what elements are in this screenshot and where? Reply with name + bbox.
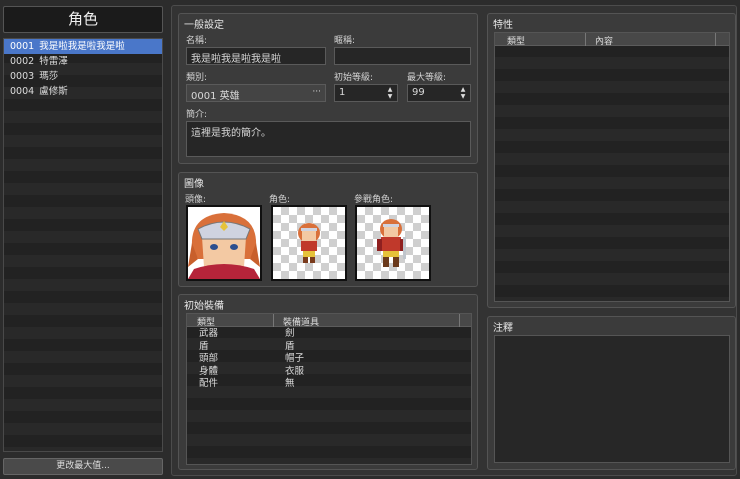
equipment-item: 劍: [285, 328, 295, 339]
general-settings-title: 一般設定: [184, 20, 224, 31]
initial-equipment-panel: 初始裝備 類型 裝備道具 武器劍盾盾頭部 帽子 身體 衣服 配件無: [178, 294, 478, 470]
initial-level-value: 1: [339, 87, 346, 98]
actor-list-item[interactable]: 0002 特雷澤: [4, 54, 162, 69]
images-panel: 圖像 頭像: 角色: 參戰角色:: [178, 172, 478, 287]
actor-id: 0004: [10, 86, 35, 97]
equipment-row[interactable]: 配件 無: [187, 378, 471, 391]
equipment-item: 帽子: [285, 353, 305, 364]
note-panel: 注釋: [487, 316, 736, 470]
traits-table[interactable]: 類型 內容: [494, 32, 730, 302]
profile-label: 簡介:: [186, 110, 208, 120]
equipment-type: 武器: [199, 328, 219, 339]
face-image[interactable]: [186, 205, 262, 281]
hero-walk-sprite-icon: [298, 223, 320, 263]
equipment-table-header: 類型 裝備道具: [187, 314, 471, 328]
hero-face-icon: [188, 213, 260, 279]
max-level-spinner[interactable]: 99 ▲ ▼: [407, 84, 471, 102]
note-textarea[interactable]: [494, 335, 730, 463]
name-label: 名稱:: [186, 36, 208, 46]
traits-table-header: 類型 內容: [495, 33, 729, 47]
traits-col-content: 內容: [595, 37, 614, 47]
profile-textarea[interactable]: 這裡是我的簡介。: [186, 121, 471, 157]
equipment-row[interactable]: 身體 衣服: [187, 366, 471, 379]
actor-name: 瑪莎: [39, 71, 59, 82]
nickname-label: 暱稱:: [334, 36, 356, 46]
max-level-value: 99: [412, 87, 425, 98]
change-maximum-button[interactable]: 更改最大值...: [3, 458, 163, 475]
actor-id: 0003: [10, 71, 35, 82]
equipment-col-type: 類型: [197, 318, 216, 328]
actor-list-item[interactable]: 0001 我是啦我是啦我是啦: [4, 39, 162, 54]
equipment-table[interactable]: 類型 裝備道具 武器劍盾盾頭部 帽子 身體 衣服 配件無: [186, 313, 472, 465]
equipment-row[interactable]: 頭部 帽子: [187, 353, 471, 366]
equipment-item: 衣服: [285, 365, 305, 377]
character-image[interactable]: [271, 205, 347, 281]
images-title: 圖像: [184, 179, 204, 190]
character-label: 角色:: [269, 195, 291, 205]
traits-col-type: 類型: [507, 37, 526, 47]
class-ellipsis-button[interactable]: ···: [312, 87, 321, 97]
face-label: 頭像:: [185, 195, 207, 205]
equipment-row[interactable]: 武器 劍: [187, 328, 471, 341]
max-level-arrows-icon[interactable]: ▲ ▼: [459, 86, 467, 100]
actor-list-item[interactable]: 0004 盧修斯: [4, 84, 162, 99]
equipment-type: 頭部: [199, 353, 219, 364]
max-level-label: 最大等級:: [407, 73, 447, 83]
general-settings-panel: 一般設定 名稱: 我是啦我是啦我是啦 暱稱: 類別: 0001 英雄 ··· 初…: [178, 13, 478, 164]
actor-name: 我是啦我是啦我是啦: [39, 41, 125, 52]
equipment-type: 盾: [199, 340, 209, 352]
equipment-row[interactable]: 盾盾: [187, 341, 471, 354]
class-selector[interactable]: 0001 英雄 ···: [186, 84, 326, 102]
initial-level-arrows-icon[interactable]: ▲ ▼: [386, 86, 394, 100]
nickname-field[interactable]: [334, 47, 471, 65]
class-label: 類別:: [186, 73, 208, 83]
traits-panel: 特性 類型 內容: [487, 13, 736, 308]
equipment-type: 配件: [199, 378, 219, 389]
battler-image[interactable]: [355, 205, 431, 281]
actor-id: 0002: [10, 56, 35, 67]
traits-title: 特性: [493, 20, 513, 31]
note-title: 注釋: [493, 323, 513, 334]
actor-name: 特雷澤: [39, 56, 68, 67]
equipment-item: 盾: [285, 340, 295, 352]
equipment-col-item: 裝備道具: [283, 318, 320, 328]
actor-list[interactable]: 0001 我是啦我是啦我是啦 0002 特雷澤 0003 瑪莎 0004 盧修斯: [3, 38, 163, 452]
actor-name: 盧修斯: [39, 86, 68, 97]
actor-list-title: 角色: [3, 6, 163, 33]
initial-equipment-title: 初始裝備: [184, 301, 224, 312]
hero-battler-sprite-icon: [377, 219, 406, 267]
battler-label: 參戰角色:: [354, 195, 394, 205]
equipment-item: 無: [285, 378, 295, 389]
initial-level-label: 初始等級:: [334, 73, 374, 83]
name-field[interactable]: 我是啦我是啦我是啦: [186, 47, 326, 65]
actor-list-item[interactable]: 0003 瑪莎: [4, 69, 162, 84]
equipment-type: 身體: [199, 365, 219, 377]
class-value: 0001 英雄: [191, 91, 240, 102]
initial-level-spinner[interactable]: 1 ▲ ▼: [334, 84, 398, 102]
actor-id: 0001: [10, 41, 35, 52]
